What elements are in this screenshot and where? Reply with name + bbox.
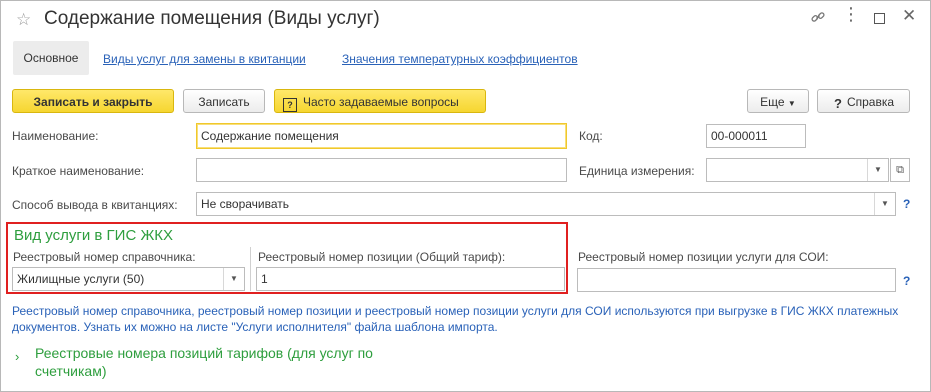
short-name-input[interactable] — [196, 158, 567, 182]
ref-position-label: Реестровый номер позиции (Общий тариф): — [258, 250, 506, 264]
maximize-icon[interactable] — [874, 13, 885, 24]
question-note-icon: ? — [283, 98, 297, 112]
ref-directory-label: Реестровый номер справочника: — [13, 250, 196, 264]
close-icon[interactable]: ✕ — [902, 6, 916, 26]
unit-label: Единица измерения: — [579, 164, 695, 178]
soi-help-icon[interactable]: ? — [903, 274, 910, 288]
tab-temperature-coefficients[interactable]: Значения температурных коэффициентов — [342, 52, 578, 66]
save-and-close-button[interactable]: Записать и закрыть — [12, 89, 174, 113]
name-label: Наименование: — [12, 129, 99, 143]
output-method-help-icon[interactable]: ? — [903, 197, 910, 211]
more-label: Еще — [760, 95, 785, 109]
tariff-section-line2: счетчикам) — [35, 363, 107, 379]
output-method-dropdown-arrow-icon[interactable]: ▼ — [874, 193, 895, 215]
unit-dropdown-arrow-icon[interactable]: ▼ — [867, 159, 888, 181]
ref-directory-select[interactable]: Жилищные услуги (50) ▼ — [12, 267, 245, 291]
gis-info-text: Реестровый номер справочника, реестровый… — [12, 304, 899, 334]
help-question-icon: ? — [833, 96, 842, 111]
code-input[interactable]: 00-000011 — [706, 124, 806, 148]
short-name-label: Краткое наименование: — [12, 164, 145, 178]
unit-open-icon[interactable]: ⧉ — [890, 158, 910, 182]
ref-directory-value: Жилищные услуги (50) — [17, 272, 145, 286]
window-title: Содержание помещения (Виды услуг) — [44, 8, 380, 29]
name-input[interactable]: Содержание помещения — [196, 123, 567, 149]
code-label: Код: — [579, 129, 603, 143]
faq-label: Часто задаваемые вопросы — [303, 95, 459, 109]
output-method-label: Способ вывода в квитанциях: — [12, 198, 178, 212]
favorite-star-icon[interactable]: ☆ — [16, 10, 31, 30]
soi-position-input[interactable] — [577, 268, 896, 292]
dropdown-arrow-icon: ▼ — [787, 99, 796, 108]
gis-divider — [250, 247, 251, 291]
output-method-select[interactable]: Не сворачивать ▼ — [196, 192, 896, 216]
save-button[interactable]: Записать — [183, 89, 265, 113]
tab-main[interactable]: Основное — [13, 41, 89, 75]
unit-select[interactable]: ▼ — [706, 158, 889, 182]
link-icon[interactable] — [810, 9, 826, 29]
help-button[interactable]: ? Справка — [817, 89, 910, 113]
gis-heading: Вид услуги в ГИС ЖКХ — [14, 227, 174, 244]
more-button[interactable]: Еще ▼ — [747, 89, 809, 113]
ref-directory-dropdown-arrow-icon[interactable]: ▼ — [223, 268, 244, 290]
chevron-right-icon[interactable]: › — [15, 349, 19, 364]
tab-replacement-services[interactable]: Виды услуг для замены в квитанции — [103, 52, 306, 66]
tariff-section-line1: Реестровые номера позиций тарифов (для у… — [35, 345, 373, 361]
output-method-value: Не сворачивать — [201, 197, 290, 211]
faq-button[interactable]: ? Часто задаваемые вопросы — [274, 89, 486, 113]
help-label: Справка — [846, 95, 895, 109]
tariff-numbers-section-toggle[interactable]: Реестровые номера позиций тарифов (для у… — [35, 344, 373, 380]
soi-position-label: Реестровый номер позиции услуги для СОИ: — [578, 250, 829, 264]
ref-position-input[interactable]: 1 — [256, 267, 565, 291]
more-actions-icon[interactable]: ⋮ — [842, 4, 860, 25]
